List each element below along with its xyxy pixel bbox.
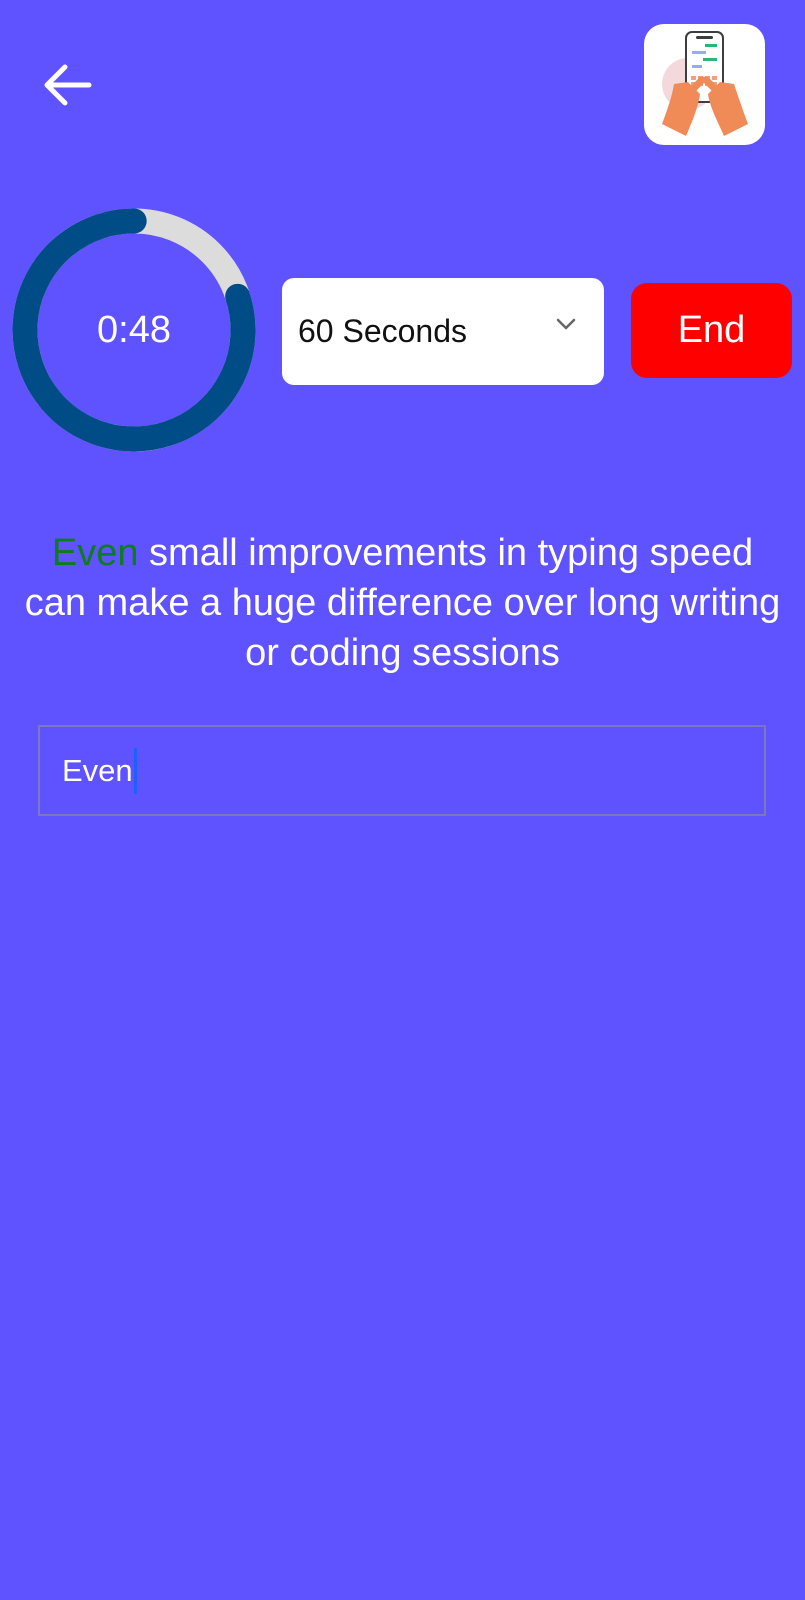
typing-input-value: Even <box>62 752 133 788</box>
timer-text: 0:48 <box>97 308 171 351</box>
text-cursor <box>133 747 137 794</box>
hands-typing-phone-icon <box>662 31 748 136</box>
typing-input[interactable]: Even <box>38 725 766 816</box>
duration-select-value: 60 Seconds <box>298 313 468 349</box>
app-logo <box>644 24 765 145</box>
chevron-down-icon <box>556 318 576 330</box>
remaining-words: small improvements in typing speed can m… <box>24 532 781 674</box>
end-button[interactable]: End <box>631 283 792 378</box>
countdown-timer: 0:48 <box>12 208 256 452</box>
back-button[interactable] <box>36 58 98 112</box>
typed-words: Even <box>51 532 139 574</box>
duration-select[interactable]: 60 Seconds <box>282 278 604 385</box>
arrow-left-icon <box>44 64 92 106</box>
typing-passage: Even small improvements in typing speed … <box>20 528 785 678</box>
